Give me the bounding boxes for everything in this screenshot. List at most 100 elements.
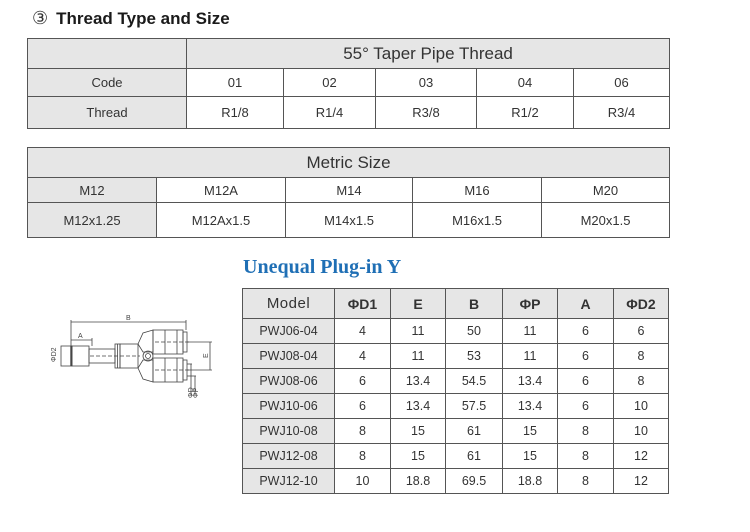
value-cell: 8 (334, 418, 391, 444)
value-cell: 11 (502, 343, 558, 369)
taper-thread-table: 55° Taper Pipe Thread Code 01 02 03 04 0… (27, 38, 671, 129)
col-header: ΦP (502, 288, 558, 319)
table-row: PWJ08-04 4 11 53 11 6 8 (242, 343, 669, 369)
metric-code-cell: M12A (156, 177, 286, 203)
code-cell: 04 (476, 68, 574, 97)
table-row: PWJ08-06 6 13.4 54.5 13.4 6 8 (242, 368, 669, 394)
value-cell: 6 (557, 393, 614, 419)
value-cell: 6 (334, 393, 391, 419)
thread-cell: R1/4 (283, 96, 376, 129)
code-cell: 02 (283, 68, 376, 97)
label-b: B (126, 315, 131, 322)
col-header: ΦD2 (613, 288, 669, 319)
model-cell: PWJ12-08 (242, 443, 335, 469)
value-cell: 8 (334, 443, 391, 469)
metric-size-cell: M14x1.5 (285, 202, 413, 238)
metric-code-cell: M12 (27, 177, 157, 203)
model-cell: PWJ10-08 (242, 418, 335, 444)
col-header: A (557, 288, 614, 319)
table-row: PWJ12-08 8 15 61 15 8 12 (242, 443, 669, 469)
value-cell: 8 (557, 443, 614, 469)
value-cell: 8 (613, 343, 669, 369)
table-row: PWJ06-04 4 11 50 11 6 6 (242, 318, 669, 344)
metric-code-cell: M16 (412, 177, 542, 203)
code-label: Code (27, 68, 187, 97)
value-cell: 6 (613, 318, 669, 344)
center-hole (142, 350, 154, 362)
value-cell: 6 (334, 368, 391, 394)
value-cell: 10 (613, 418, 669, 444)
value-cell: 15 (502, 418, 558, 444)
col-header: ΦD1 (334, 288, 391, 319)
code-cell: 03 (375, 68, 477, 97)
thread-cell: R3/8 (375, 96, 477, 129)
value-cell: 18.8 (390, 468, 446, 494)
fitting-diagram: B A ΦD2 E ΦD ΦP (51, 315, 212, 398)
value-cell: 57.5 (445, 393, 503, 419)
value-cell: 8 (613, 368, 669, 394)
table-header-row: Model ΦD1 E B ΦP A ΦD2 (242, 288, 669, 319)
value-cell: 15 (390, 443, 446, 469)
value-cell: 53 (445, 343, 503, 369)
value-cell: 13.4 (390, 393, 446, 419)
value-cell: 12 (613, 468, 669, 494)
metric-code-cell: M14 (285, 177, 413, 203)
metric-code-cell: M20 (541, 177, 670, 203)
value-cell: 6 (557, 343, 614, 369)
col-header: E (390, 288, 446, 319)
label-a: A (78, 333, 83, 340)
metric-size-cell: M20x1.5 (541, 202, 670, 238)
value-cell: 6 (557, 318, 614, 344)
hex-body (71, 345, 90, 367)
model-cell: PWJ06-04 (242, 318, 335, 344)
metric-size-table: Metric Size M12 M12A M14 M16 M20 M12x1.2… (27, 147, 670, 238)
section-title: ③ Thread Type and Size (32, 8, 230, 29)
product-title: Unequal Plug-in Y (243, 256, 402, 278)
col-header: B (445, 288, 503, 319)
code-cell: 01 (186, 68, 284, 97)
model-cell: PWJ12-10 (242, 468, 335, 494)
table-row: PWJ12-10 10 18.8 69.5 18.8 8 12 (242, 468, 669, 494)
value-cell: 4 (334, 343, 391, 369)
value-cell: 15 (390, 418, 446, 444)
taper-header: 55° Taper Pipe Thread (185, 38, 671, 69)
metric-header: Metric Size (27, 147, 670, 178)
thread-label: Thread (27, 96, 187, 129)
value-cell: 11 (502, 318, 558, 344)
table-row: PWJ10-06 6 13.4 57.5 13.4 6 10 (242, 393, 669, 419)
model-cell: PWJ08-04 (242, 343, 335, 369)
value-cell: 8 (557, 468, 614, 494)
label-p: ΦP (193, 387, 200, 398)
value-cell: 13.4 (390, 368, 446, 394)
value-cell: 12 (613, 443, 669, 469)
product-spec-table: Model ΦD1 E B ΦP A ΦD2 PWJ06-04 4 11 50 11 6 6… (242, 288, 669, 494)
value-cell: 61 (445, 443, 503, 469)
model-cell: PWJ08-06 (242, 368, 335, 394)
value-cell: 61 (445, 418, 503, 444)
value-cell: 10 (613, 393, 669, 419)
section-title-text: Thread Type and Size (56, 9, 230, 28)
thread-cell: R1/2 (476, 96, 574, 129)
label-e: E (203, 353, 210, 358)
corner-cell (27, 38, 187, 69)
value-cell: 54.5 (445, 368, 503, 394)
value-cell: 11 (390, 343, 446, 369)
thread-cell: R3/4 (572, 96, 671, 129)
code-cell: 06 (572, 68, 671, 97)
value-cell: 50 (445, 318, 503, 344)
metric-size-cell: M16x1.5 (412, 202, 542, 238)
label-d2: ΦD2 (51, 347, 58, 362)
value-cell: 15 (502, 443, 558, 469)
value-cell: 4 (334, 318, 391, 344)
value-cell: 18.8 (502, 468, 558, 494)
value-cell: 10 (334, 468, 391, 494)
metric-size-cell: M12x1.25 (27, 202, 157, 238)
value-cell: 69.5 (445, 468, 503, 494)
value-cell: 8 (557, 418, 614, 444)
col-header: Model (242, 288, 335, 319)
metric-size-cell: M12Ax1.5 (156, 202, 286, 238)
section-number: ③ (32, 8, 49, 28)
model-cell: PWJ10-06 (242, 393, 335, 419)
value-cell: 13.4 (502, 393, 558, 419)
value-cell: 6 (557, 368, 614, 394)
